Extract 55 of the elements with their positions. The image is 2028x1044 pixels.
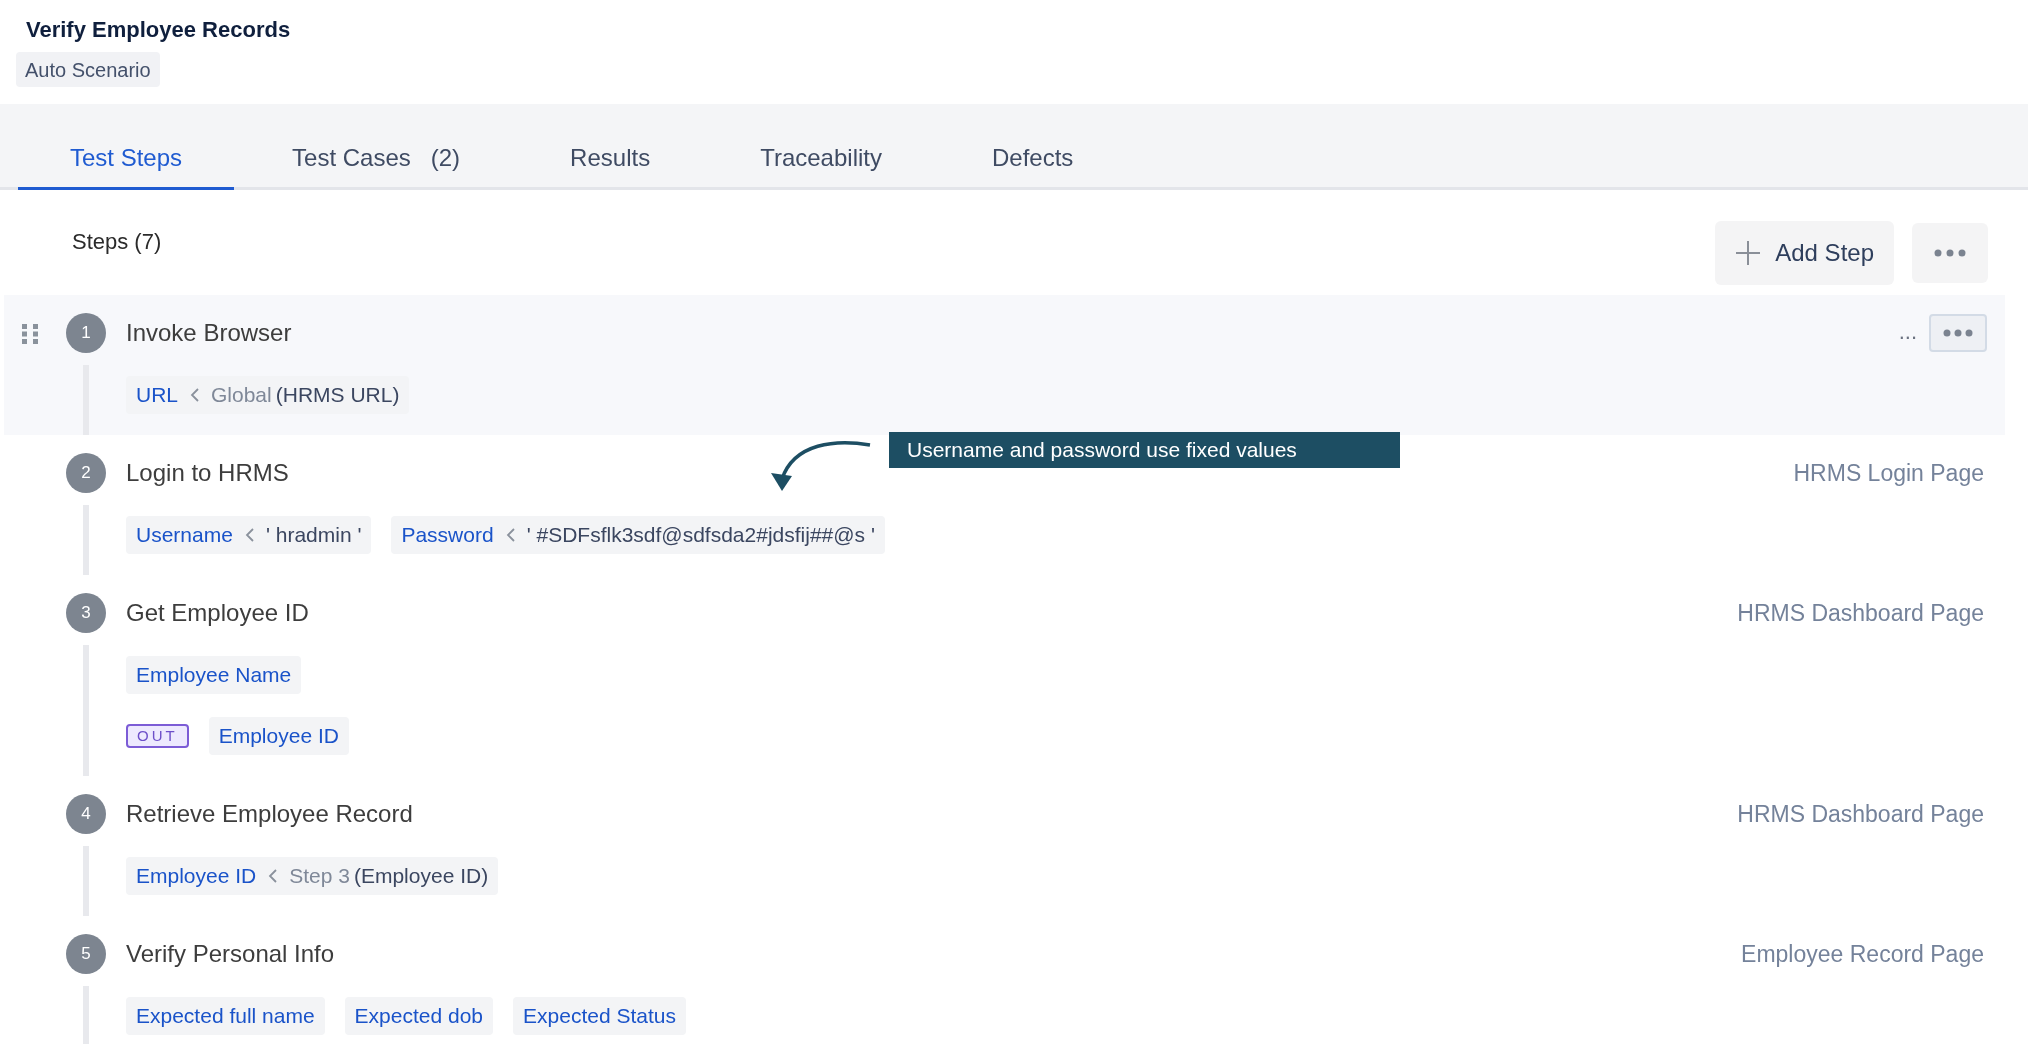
page-label: HRMS Dashboard Page: [1737, 598, 1984, 628]
step-number: 4: [66, 794, 106, 834]
parameter-name: Username: [136, 522, 233, 549]
plus-icon: [1735, 240, 1762, 266]
steps-count-label: Steps (7): [72, 228, 162, 256]
step-number: 1: [66, 313, 106, 353]
page-label: HRMS Dashboard Page: [1737, 799, 1984, 829]
scenario-badge: Auto Scenario: [16, 52, 160, 87]
drag-handle-icon[interactable]: [22, 324, 38, 344]
parameter-name: Expected dob: [354, 1003, 484, 1030]
step-row[interactable]: 3 Get Employee ID HRMS Dashboard Page Employee Name OUT Employee ID: [4, 575, 2005, 776]
page-label: HRMS Login Page: [1793, 458, 1984, 488]
chevron-icon: [190, 388, 199, 402]
more-options-button[interactable]: [1912, 223, 1988, 283]
chevron-icon: [505, 528, 515, 542]
parameter-value: (Employee ID): [353, 863, 489, 890]
annotation-callout: Username and password use fixed values: [889, 432, 1400, 468]
tab[interactable]: Defects: [939, 128, 1126, 190]
parameter-name: URL: [136, 382, 178, 409]
parameter-name: Employee ID: [218, 723, 339, 750]
source-label: Global: [211, 382, 272, 409]
step-title: Retrieve Employee Record: [126, 799, 413, 829]
overflow-text: ...: [1898, 317, 1917, 346]
step-number: 2: [66, 453, 106, 493]
tab[interactable]: Traceability: [708, 128, 934, 190]
source-label: Step 3: [289, 863, 350, 890]
step-more-button[interactable]: [1929, 314, 1987, 352]
chevron-icon: [244, 528, 254, 542]
step-row[interactable]: 4 Retrieve Employee Record HRMS Dashboard Page Employee ID Step 3 (Employee ID): [4, 776, 2005, 916]
step-number: 5: [66, 934, 106, 974]
chevron-icon: [268, 869, 278, 883]
tab[interactable]: Test Cases (2): [240, 128, 513, 190]
step-number: 3: [66, 593, 106, 633]
tab[interactable]: Test Steps: [18, 128, 235, 190]
parameter-value: ' #SDFsflk3sdf@sdfsda2#jdsfij##@s ': [526, 522, 875, 549]
more-icon: [1943, 329, 1973, 337]
page-label: Employee Record Page: [1741, 939, 1984, 969]
page-title: Verify Employee Records: [26, 16, 292, 44]
parameter-name: Password: [401, 522, 494, 549]
parameter-value: ' hradmin ': [265, 522, 362, 549]
parameter-value: (HRMS URL): [275, 382, 400, 409]
tab[interactable]: Results: [518, 128, 703, 190]
step-title: Invoke Browser: [126, 318, 292, 348]
parameter-name: Expected full name: [136, 1003, 315, 1030]
more-icon: [1934, 249, 1966, 257]
step-title: Verify Personal Info: [126, 939, 335, 969]
output-tag: OUT: [126, 724, 189, 748]
step-row[interactable]: 5 Verify Personal Info Employee Record Page Expected full name Expected dob Expected Status: [4, 916, 2005, 1044]
step-row[interactable]: 1 Invoke Browser ... URL Global (HRMS URL): [4, 295, 2005, 435]
step-title: Login to HRMS: [126, 458, 289, 488]
parameter-name: Employee Name: [136, 662, 292, 689]
parameter-name: Expected Status: [523, 1003, 676, 1030]
step-title: Get Employee ID: [126, 598, 309, 628]
parameter-name: Employee ID: [136, 863, 257, 890]
add-step-button[interactable]: Add Step: [1715, 221, 1894, 285]
